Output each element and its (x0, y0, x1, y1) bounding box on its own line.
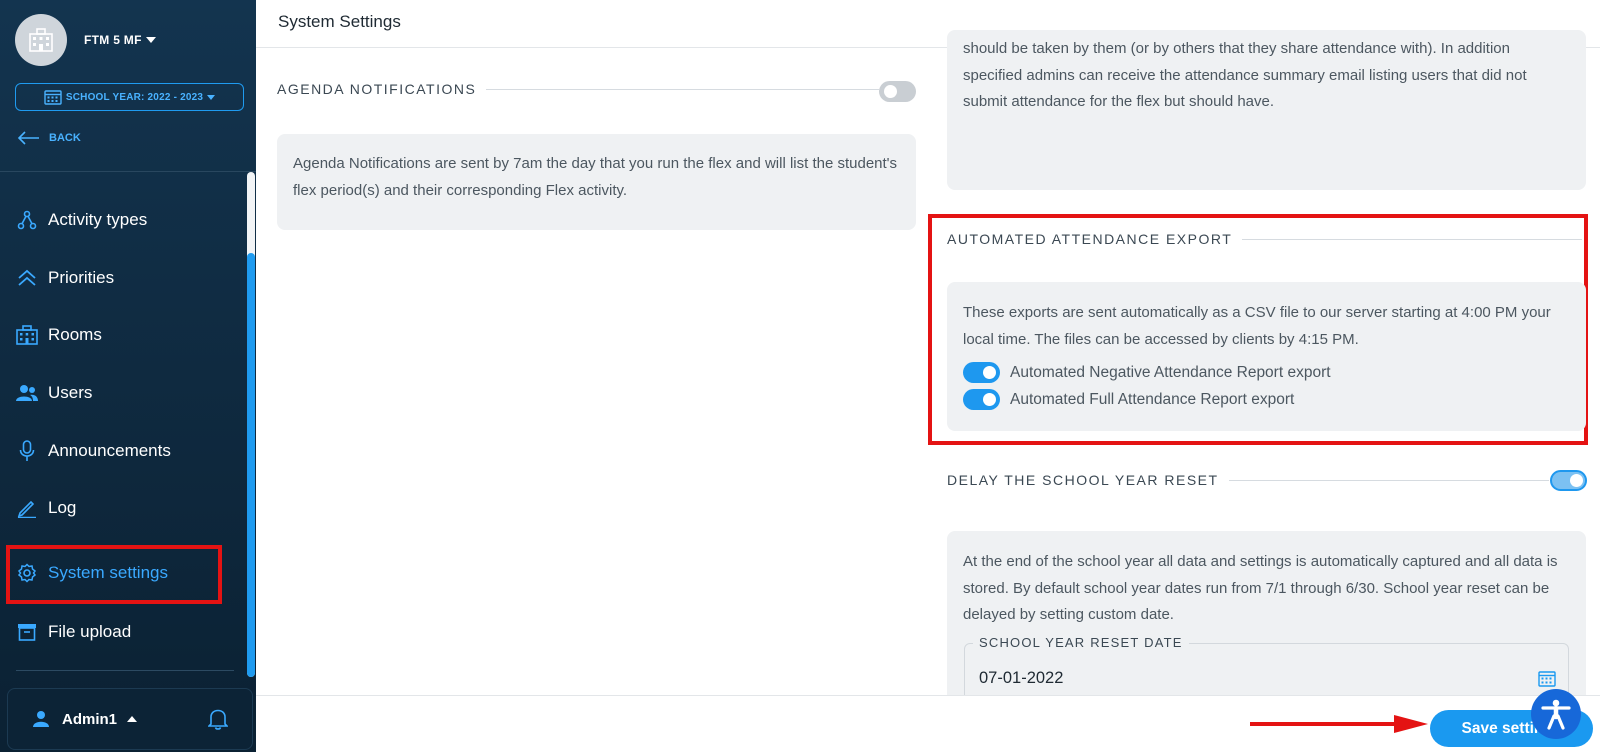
attendance-summary-line: submit attendance for the flex but shoul… (963, 93, 1275, 110)
calendar-icon (44, 90, 62, 105)
sidebar: FTM 5 MF SCHOOL YEAR: 2022 - 2023 BACK A… (0, 0, 256, 752)
sidebar-item-label: Log (48, 498, 77, 517)
accessibility-button[interactable] (1531, 689, 1581, 739)
school-year-reset-date-value: 07-01-2022 (979, 669, 1064, 687)
arrow-left-icon (17, 131, 39, 145)
sidebar-item-label: Announcements (48, 441, 171, 460)
full-attendance-export-toggle[interactable] (963, 389, 1000, 410)
agenda-notifications-toggle[interactable] (879, 81, 916, 102)
section-divider (1228, 479, 1549, 481)
full-attendance-export-option[interactable]: Automated Full Attendance Report export (963, 389, 1294, 410)
microphone-icon (16, 440, 38, 462)
user-icon (33, 711, 49, 727)
section-divider (486, 88, 879, 90)
caret-down-icon (207, 94, 216, 100)
toggle-knob (983, 366, 996, 379)
agenda-notifications-title: AGENDA NOTIFICATIONS (277, 81, 477, 97)
toggle-knob (983, 393, 996, 406)
annotation-arrow-icon (1250, 715, 1428, 733)
negative-attendance-export-option[interactable]: Automated Negative Attendance Report exp… (963, 362, 1331, 383)
sidebar-item-users[interactable]: Users (16, 373, 222, 413)
divider (16, 670, 234, 671)
sidebar-item-label: Users (48, 383, 93, 402)
negative-attendance-export-label: Automated Negative Attendance Report exp… (1010, 363, 1331, 381)
sidebar-scrollbar-thumb[interactable] (247, 253, 255, 677)
users-icon (16, 382, 38, 404)
attendance-summary-card: should be taken by them (or by others th… (947, 30, 1586, 190)
delay-reset-header: DELAY THE SCHOOL YEAR RESET (947, 472, 1549, 488)
org-name-label: FTM 5 MF (84, 33, 142, 47)
org-avatar (15, 14, 67, 66)
section-divider (1242, 238, 1582, 240)
sidebar-item-file-upload[interactable]: File upload (16, 612, 222, 652)
agenda-notifications-description: Agenda Notifications are sent by 7am the… (293, 155, 898, 199)
sidebar-item-rooms[interactable]: Rooms (16, 315, 222, 355)
attendance-export-description: These exports are sent automatically as … (963, 304, 1551, 348)
sidebar-item-activity-types[interactable]: Activity types (16, 200, 222, 240)
school-year-label: SCHOOL YEAR: 2022 - 2023 (65, 91, 204, 103)
bell-icon[interactable] (207, 708, 229, 734)
archive-icon (16, 621, 38, 643)
divider (0, 171, 256, 172)
page-title: System Settings (278, 12, 401, 31)
back-link[interactable]: BACK (17, 131, 81, 145)
org-name[interactable]: FTM 5 MF (84, 33, 156, 47)
sitemap-icon (16, 209, 38, 231)
agenda-notifications-card: Agenda Notifications are sent by 7am the… (277, 134, 916, 230)
highlight-box-system-settings (6, 545, 222, 604)
full-attendance-export-label: Automated Full Attendance Report export (1010, 390, 1295, 408)
sidebar-item-label: Priorities (48, 268, 115, 287)
double-chevron-up-icon (16, 267, 38, 289)
attendance-summary-line: should be taken by them (or by others th… (963, 40, 1510, 57)
sidebar-item-label: Rooms (48, 325, 102, 344)
building-icon (16, 324, 38, 346)
caret-down-icon (145, 37, 156, 43)
back-label: BACK (49, 132, 81, 144)
school-year-reset-date-field[interactable]: SCHOOL YEAR RESET DATE 07-01-2022 (964, 635, 1569, 703)
accessibility-icon (1541, 699, 1571, 730)
org-switcher[interactable]: FTM 5 MF (15, 14, 156, 66)
school-year-selector[interactable]: SCHOOL YEAR: 2022 - 2023 (15, 83, 244, 111)
school-building-icon (29, 28, 53, 52)
sidebar-item-label: File upload (48, 622, 132, 641)
delay-reset-toggle[interactable] (1550, 470, 1587, 491)
sidebar-item-priorities[interactable]: Priorities (16, 258, 222, 298)
negative-attendance-export-toggle[interactable] (963, 362, 1000, 383)
sidebar-item-label: Activity types (48, 210, 148, 229)
caret-up-icon (127, 716, 138, 722)
user-name: Admin1 (62, 710, 118, 728)
delay-reset-description: At the end of the school year all data a… (963, 553, 1558, 623)
pencil-icon (16, 497, 38, 519)
attendance-export-header: AUTOMATED ATTENDANCE EXPORT (947, 231, 1582, 247)
agenda-notifications-header: AGENDA NOTIFICATIONS (277, 81, 879, 97)
attendance-export-title: AUTOMATED ATTENDANCE EXPORT (947, 231, 1233, 247)
sidebar-item-announcements[interactable]: Announcements (16, 431, 222, 471)
delay-reset-title: DELAY THE SCHOOL YEAR RESET (947, 472, 1219, 488)
attendance-summary-line: specified admins can receive the attenda… (963, 66, 1527, 84)
toggle-knob (884, 85, 897, 98)
toggle-knob (1570, 474, 1583, 487)
school-year-reset-date-label: SCHOOL YEAR RESET DATE (973, 635, 1189, 650)
sidebar-item-log[interactable]: Log (16, 488, 222, 528)
user-menu[interactable]: Admin1 (7, 688, 253, 750)
